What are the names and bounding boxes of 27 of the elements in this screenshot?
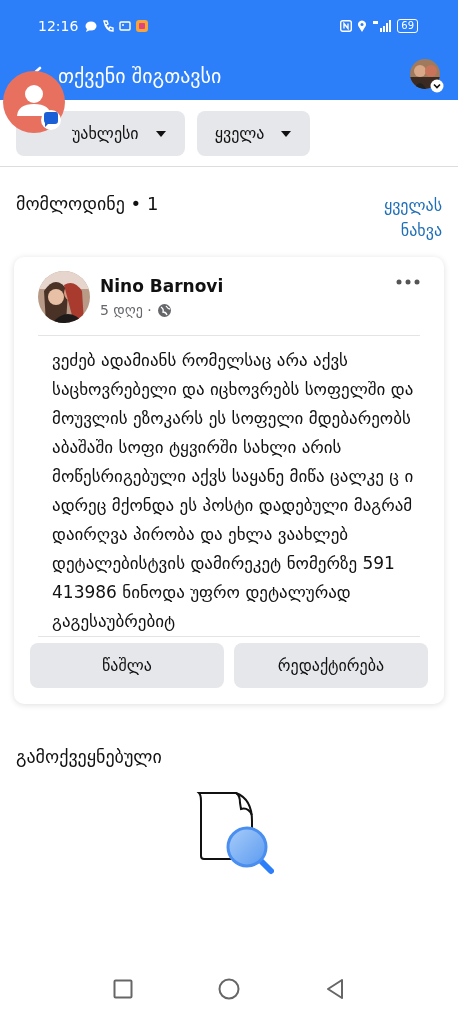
author-name[interactable]: Nino Barnovi bbox=[100, 276, 386, 296]
chat-bubble-icon bbox=[85, 20, 98, 32]
see-all-link[interactable]: ყველას ნახვა bbox=[362, 193, 442, 243]
nfc-icon bbox=[340, 20, 353, 32]
caret-down-icon bbox=[154, 129, 167, 138]
signal-icon bbox=[372, 20, 393, 32]
post-time: 5 დღე · bbox=[100, 302, 152, 318]
caret-down-icon bbox=[280, 129, 293, 138]
battery-level: 69 bbox=[397, 19, 418, 33]
section-title: მომლოდინე • 1 bbox=[16, 193, 159, 214]
filter-dropdown[interactable]: ყველა bbox=[196, 111, 311, 156]
image-icon bbox=[119, 21, 132, 31]
app-icon bbox=[136, 20, 149, 32]
phone-icon bbox=[102, 20, 115, 32]
section-title: გამოქვეყნებული bbox=[15, 745, 163, 767]
home-icon bbox=[218, 978, 240, 1000]
chevron-down-icon bbox=[430, 79, 444, 93]
recent-apps-icon bbox=[112, 979, 133, 999]
page-title: თქვენი შიგთავსი bbox=[58, 64, 223, 88]
action-button[interactable]: რედაქტირება bbox=[234, 643, 428, 688]
post-text: ვეძებ ადამიანს რომელსაც არა აქვს საცხოვრებელი და იცხოვრებს სოფელში და მოუვლის ეზოკარს ეს სოფელი მდებარეობს აბაშაში სოფი ტყვირში სახლი არის მოწესრიგებული აქვს საყანე მიწა ცალკე ც ი ადრეც მქონდა ეს პოსტი დადებული მაგრამ დაირღვა პირობა და ეხლა ვაახლებ დეტალებისტვის დამირეკეტ ნომერზე 591 413986 ნინოდა უფრო დეტალურად გაგესაუბრებიტ bbox=[51, 349, 415, 633]
globe-icon bbox=[157, 303, 171, 317]
clock-time: 12:16 bbox=[38, 18, 79, 34]
location-icon bbox=[357, 20, 368, 32]
back-icon bbox=[325, 978, 346, 1000]
more-options-icon bbox=[396, 279, 420, 285]
action-button[interactable]: წაშლა bbox=[30, 643, 224, 688]
